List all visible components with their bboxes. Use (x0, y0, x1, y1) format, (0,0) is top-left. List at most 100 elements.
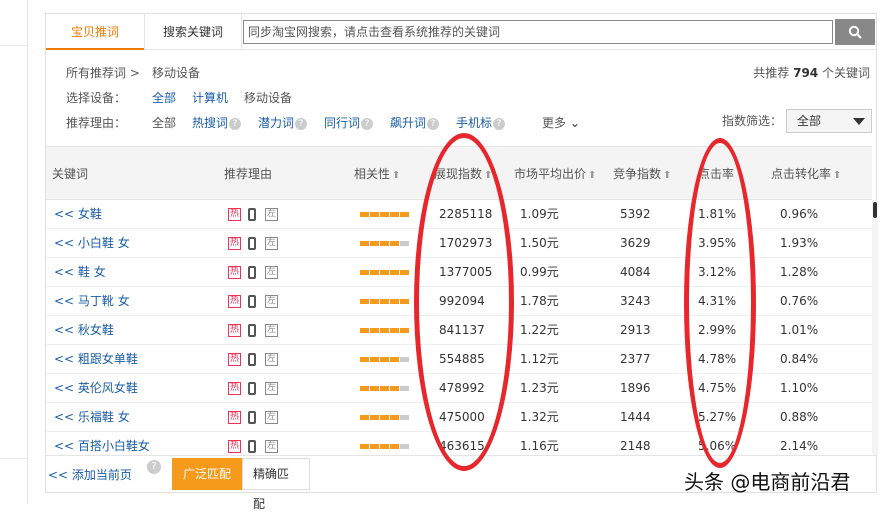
mobile-icon (248, 295, 256, 308)
col-relevance[interactable]: 相关性 ⬆ (354, 147, 400, 201)
help-icon[interactable]: ? (147, 460, 161, 474)
keyword-link[interactable]: << 小白鞋 女 (54, 229, 130, 258)
search-icon (848, 25, 862, 39)
table-scrollbar[interactable] (872, 200, 878, 455)
sort-arrow-icon: ⬆ (588, 170, 597, 181)
rail-divider (0, 45, 28, 46)
sort-arrow-icon: ⬆ (663, 170, 672, 181)
help-icon[interactable]: ? (493, 117, 506, 130)
add-current-page-link[interactable]: << 添加当前页 (48, 466, 132, 483)
relevance-segment (380, 328, 389, 333)
relevance-bar (360, 328, 410, 333)
competition-value: 5392 (620, 207, 651, 221)
device-filter-label: 选择设备： (66, 91, 127, 105)
left-icon: 左 (265, 382, 278, 395)
reason-option-mobile-tag[interactable]: 手机标? (456, 114, 506, 132)
sort-arrow-icon: ⬆ (392, 170, 401, 181)
device-option-all[interactable]: 全部 (152, 89, 176, 107)
scrollbar-thumb[interactable] (873, 202, 877, 218)
relevance-bar (360, 212, 410, 217)
col-avg-bid[interactable]: 市场平均出价 ⬆ (514, 147, 596, 201)
help-icon[interactable]: ? (361, 117, 374, 130)
col-cvr[interactable]: 点击转化率 ⬆ (771, 147, 841, 201)
col-competition[interactable]: 竞争指数 ⬆ (613, 147, 671, 201)
relevance-segment (380, 212, 389, 217)
relevance-segment (360, 212, 369, 217)
reason-option-hot[interactable]: 热搜词? (192, 114, 242, 132)
search-input[interactable]: 同步淘宝网搜索，请点击查看系统推荐的关键词 (243, 20, 833, 44)
help-icon[interactable]: ? (427, 117, 440, 130)
avg-bid-value: 1.50元 (520, 236, 559, 250)
relevance-bar (360, 241, 410, 246)
reason-option-potential-label: 潜力词 (258, 116, 295, 130)
reason-option-all[interactable]: 全部 (152, 114, 176, 132)
keyword-link[interactable]: << 英伦风女鞋 (54, 374, 138, 403)
exact-match-button[interactable]: 精确匹配 (242, 458, 310, 511)
keyword-link[interactable]: << 乐福鞋 女 (54, 403, 130, 432)
left-icon: 左 (265, 266, 278, 279)
relevance-segment (400, 212, 409, 217)
reason-filter-label: 推荐理由： (66, 116, 127, 130)
hot-icon: 热 (228, 208, 241, 221)
mobile-icon (248, 208, 256, 221)
relevance-bar (360, 386, 410, 391)
mobile-icon (248, 411, 256, 424)
keyword-link[interactable]: << 女鞋 (54, 200, 102, 229)
keyword-link[interactable]: << 秋女鞋 (54, 316, 114, 345)
relevance-segment (380, 415, 389, 420)
hot-icon: 热 (228, 237, 241, 250)
total-count: 共推荐 794 个关键词 (753, 64, 870, 81)
competition-value: 2148 (620, 439, 651, 453)
relevance-segment (370, 386, 379, 391)
broad-match-button[interactable]: 广泛匹配 (172, 458, 242, 490)
tab-search-keywords[interactable]: 搜索关键词 (144, 14, 242, 50)
index-filter-select[interactable]: 全部 (786, 109, 872, 133)
device-option-mobile[interactable]: 移动设备 (244, 89, 292, 107)
left-icon: 左 (265, 440, 278, 453)
avg-bid-value: 1.16元 (520, 439, 559, 453)
avg-bid-value: 1.22元 (520, 323, 559, 337)
mobile-icon (248, 353, 256, 366)
left-icon: 左 (265, 295, 278, 308)
help-icon[interactable]: ? (229, 117, 242, 130)
breadcrumb-root[interactable]: 所有推荐词 > (66, 64, 140, 82)
keyword-link[interactable]: << 粗跟女单鞋 (54, 345, 138, 374)
search-button[interactable] (835, 19, 875, 45)
relevance-segment (390, 357, 399, 362)
keyword-link[interactable]: << 百搭小白鞋女 (54, 432, 150, 455)
relevance-segment (390, 328, 399, 333)
reason-option-rising[interactable]: 飙升词? (390, 114, 440, 132)
mobile-icon (248, 266, 256, 279)
cvr-value: 0.88% (780, 410, 819, 424)
relevance-segment (370, 444, 379, 449)
relevance-segment (400, 299, 409, 304)
reason-option-potential[interactable]: 潜力词? (258, 114, 308, 132)
relevance-bar (360, 270, 410, 275)
keyword-link[interactable]: << 马丁靴 女 (54, 287, 130, 316)
watermark: 头条 @电商前沿君 (684, 470, 851, 494)
reason-option-rising-label: 飙升词 (390, 116, 427, 130)
cvr-value: 2.14% (780, 439, 819, 453)
hot-icon: 热 (228, 295, 241, 308)
device-option-computer[interactable]: 计算机 (192, 89, 228, 107)
relevance-segment (390, 415, 399, 420)
relevance-segment (360, 299, 369, 304)
chevron-down-icon: ⌄ (569, 116, 580, 130)
reason-option-peer-label: 同行词 (324, 116, 361, 130)
total-number: 794 (793, 66, 819, 80)
annotation-circle-ctr (684, 138, 756, 468)
index-filter-label: 指数筛选： (722, 114, 783, 128)
relevance-segment (360, 357, 369, 362)
more-filters-button[interactable]: 更多 ⌄ (542, 114, 580, 132)
tab-item-recommend[interactable]: 宝贝推词 (46, 14, 144, 50)
avg-bid-value: 1.32元 (520, 410, 559, 424)
hot-icon: 热 (228, 440, 241, 453)
relevance-bar (360, 415, 410, 420)
relevance-bar (360, 299, 410, 304)
keyword-link[interactable]: << 鞋 女 (54, 258, 106, 287)
relevance-segment (400, 241, 409, 246)
breadcrumb-current: 移动设备 (152, 66, 201, 80)
reason-option-peer[interactable]: 同行词? (324, 114, 374, 132)
relevance-segment (370, 212, 379, 217)
help-icon[interactable]: ? (295, 117, 308, 130)
